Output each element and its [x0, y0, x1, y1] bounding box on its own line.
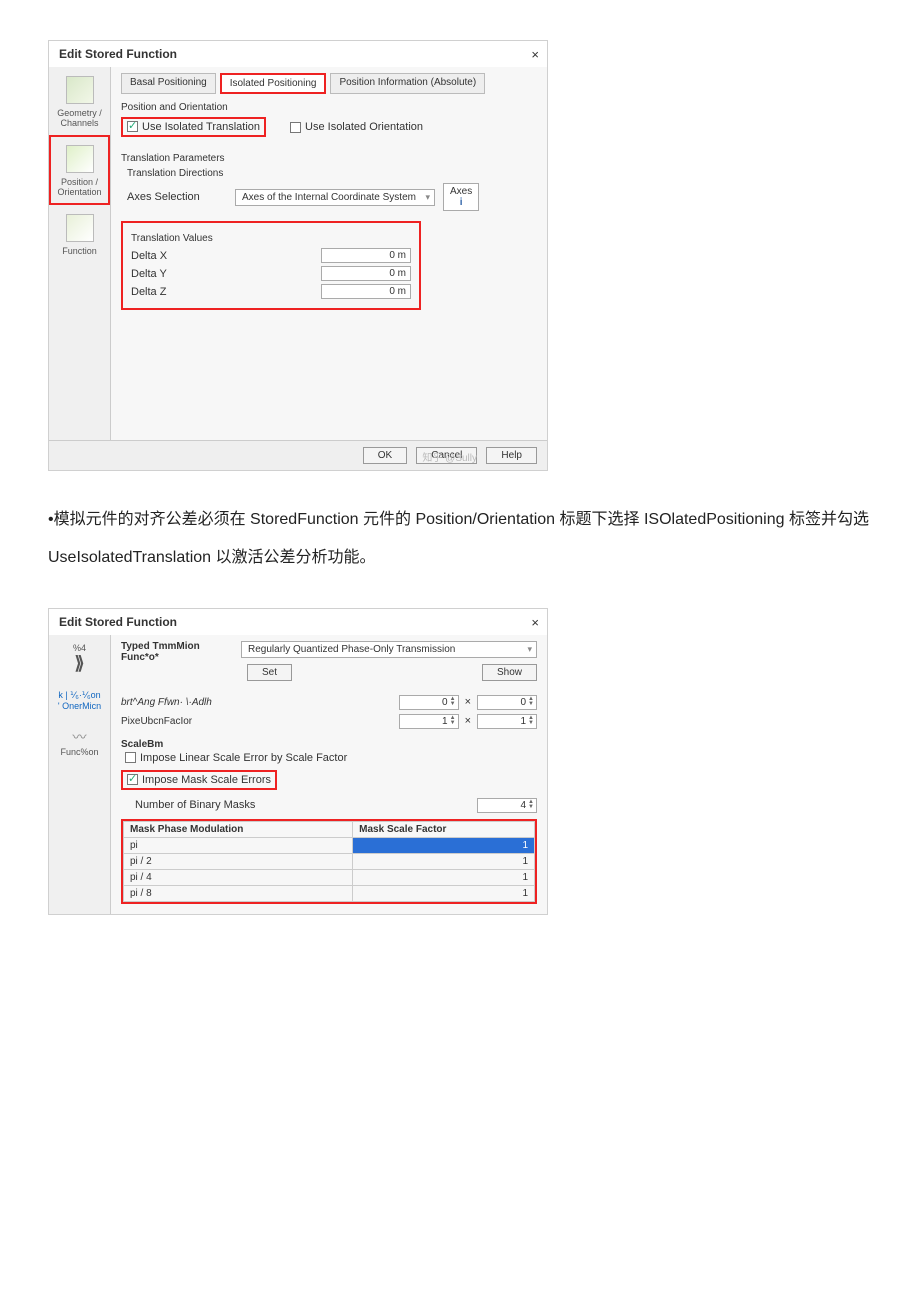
delta-y-input[interactable]: 0 m	[321, 266, 411, 281]
edit-stored-function-dialog-2: Edit Stored Function × %4 ⟫ k | ⅟₆·⅟₆on …	[48, 608, 548, 915]
mask-scale-errors-checkbox[interactable]	[127, 774, 138, 785]
dialog-title: Edit Stored Function	[49, 41, 547, 67]
scale-label: ScaleBm	[121, 739, 537, 750]
val-b1[interactable]: 1▲▼	[399, 714, 459, 729]
axes-selection-label: Axes Selection	[127, 191, 227, 203]
side-tab2-2[interactable]: k | ⅟₆·⅟₆on ' OnerMicn	[49, 682, 110, 719]
times-label-2: ×	[465, 715, 471, 727]
tab-position-info[interactable]: Position Information (Absolute)	[330, 73, 485, 94]
group-position-orientation: Position and Orientation	[121, 102, 537, 113]
typed-transmission-label: Typed TmmMion Func*o*	[121, 641, 231, 681]
side-tabs-2: %4 ⟫ k | ⅟₆·⅟₆on ' OnerMicn 〰 Func%on	[49, 635, 111, 914]
side-tab2-function[interactable]: 〰 Func%on	[49, 719, 110, 765]
linear-scale-error-checkbox[interactable]	[125, 752, 136, 763]
wave-icon: 〰	[51, 727, 108, 747]
mask-scale-errors-label: Impose Mask Scale Errors	[142, 774, 271, 786]
tab-basal[interactable]: Basal Positioning	[121, 73, 216, 94]
times-label-1: ×	[465, 696, 471, 708]
transmission-type-dropdown[interactable]: Regularly Quantized Phase-Only Transmiss…	[241, 641, 537, 658]
ok-button[interactable]: OK	[363, 447, 407, 464]
delta-x-label: Delta X	[131, 250, 167, 262]
dialog-title-2: Edit Stored Function	[49, 609, 547, 635]
watermark: 知乎 @Sully	[422, 449, 477, 464]
table-row[interactable]: pi 1	[124, 837, 535, 853]
geometry-icon	[66, 76, 94, 104]
side-tab2-1[interactable]: %4 ⟫	[49, 635, 110, 682]
show-button[interactable]: Show	[482, 664, 537, 681]
use-isolated-orientation-label: Use Isolated Orientation	[305, 121, 423, 133]
close-icon-2[interactable]: ×	[531, 615, 539, 630]
side-tabs: Geometry / Channels Position / Orientati…	[49, 67, 111, 440]
num-binary-masks-input[interactable]: 4▲▼	[477, 798, 537, 813]
use-isolated-translation-label: Use Isolated Translation	[142, 121, 260, 133]
axes-selection-dropdown[interactable]: Axes of the Internal Coordinate System	[235, 189, 435, 206]
translation-directions-label: Translation Directions	[127, 168, 537, 179]
spinner-icon: ▲▼	[450, 697, 456, 707]
use-isolated-translation-highlight: Use Isolated Translation	[121, 117, 266, 137]
translation-parameters-label: Translation Parameters	[121, 153, 537, 164]
edit-stored-function-dialog-1: Edit Stored Function × Geometry / Channe…	[48, 40, 548, 471]
th-phase: Mask Phase Modulation	[124, 821, 353, 837]
delta-z-input[interactable]: 0 m	[321, 284, 411, 299]
set-button[interactable]: Set	[247, 664, 292, 681]
translation-values-highlight: Translation Values Delta X 0 m Delta Y 0…	[121, 221, 421, 310]
num-binary-masks-label: Number of Binary Masks	[135, 799, 255, 811]
use-isolated-translation-checkbox[interactable]	[127, 121, 138, 132]
tab-isolated[interactable]: Isolated Positioning	[220, 73, 327, 94]
table-row[interactable]: pi / 2 1	[124, 853, 535, 869]
spinner-icon: ▲▼	[528, 800, 534, 810]
axes-button[interactable]: Axes i	[443, 183, 479, 211]
side-tab-position[interactable]: Position / Orientation	[49, 135, 110, 205]
val-a2[interactable]: 0▲▼	[477, 695, 537, 710]
use-isolated-orientation-checkbox[interactable]	[290, 122, 301, 133]
close-icon[interactable]: ×	[531, 47, 539, 62]
translation-values-label: Translation Values	[131, 233, 411, 244]
th-scale: Mask Scale Factor	[353, 821, 535, 837]
position-icon	[66, 145, 94, 173]
mask-table: Mask Phase Modulation Mask Scale Factor …	[123, 821, 535, 902]
side-tab-geometry[interactable]: Geometry / Channels	[49, 67, 110, 135]
linear-scale-error-label: Impose Linear Scale Error by Scale Facto…	[140, 752, 347, 764]
function-icon	[66, 214, 94, 242]
table-row[interactable]: pi / 4 1	[124, 869, 535, 885]
spinner-icon: ▲▼	[450, 716, 456, 726]
delta-x-input[interactable]: 0 m	[321, 248, 411, 263]
mask-table-highlight: Mask Phase Modulation Mask Scale Factor …	[121, 819, 537, 904]
help-button[interactable]: Help	[486, 447, 537, 464]
spinner-icon: ▲▼	[528, 697, 534, 707]
table-row[interactable]: pi / 8 1	[124, 885, 535, 901]
info-icon: i	[460, 197, 463, 208]
spinner-icon: ▲▼	[528, 716, 534, 726]
delta-z-label: Delta Z	[131, 286, 166, 298]
bragg-angle-label: brt^Ang Ffwn· \·Adlh	[121, 697, 251, 708]
val-a1[interactable]: 0▲▼	[399, 695, 459, 710]
side-tab-function[interactable]: Function	[49, 205, 110, 263]
description-text: •模拟元件的对齐公差必须在 StoredFunction 元件的 Positio…	[48, 501, 872, 578]
pixel-factor-label: PixeUbcnFacIor	[121, 716, 251, 727]
delta-y-label: Delta Y	[131, 268, 167, 280]
val-b2[interactable]: 1▲▼	[477, 714, 537, 729]
mask-scale-errors-highlight: Impose Mask Scale Errors	[121, 770, 277, 790]
